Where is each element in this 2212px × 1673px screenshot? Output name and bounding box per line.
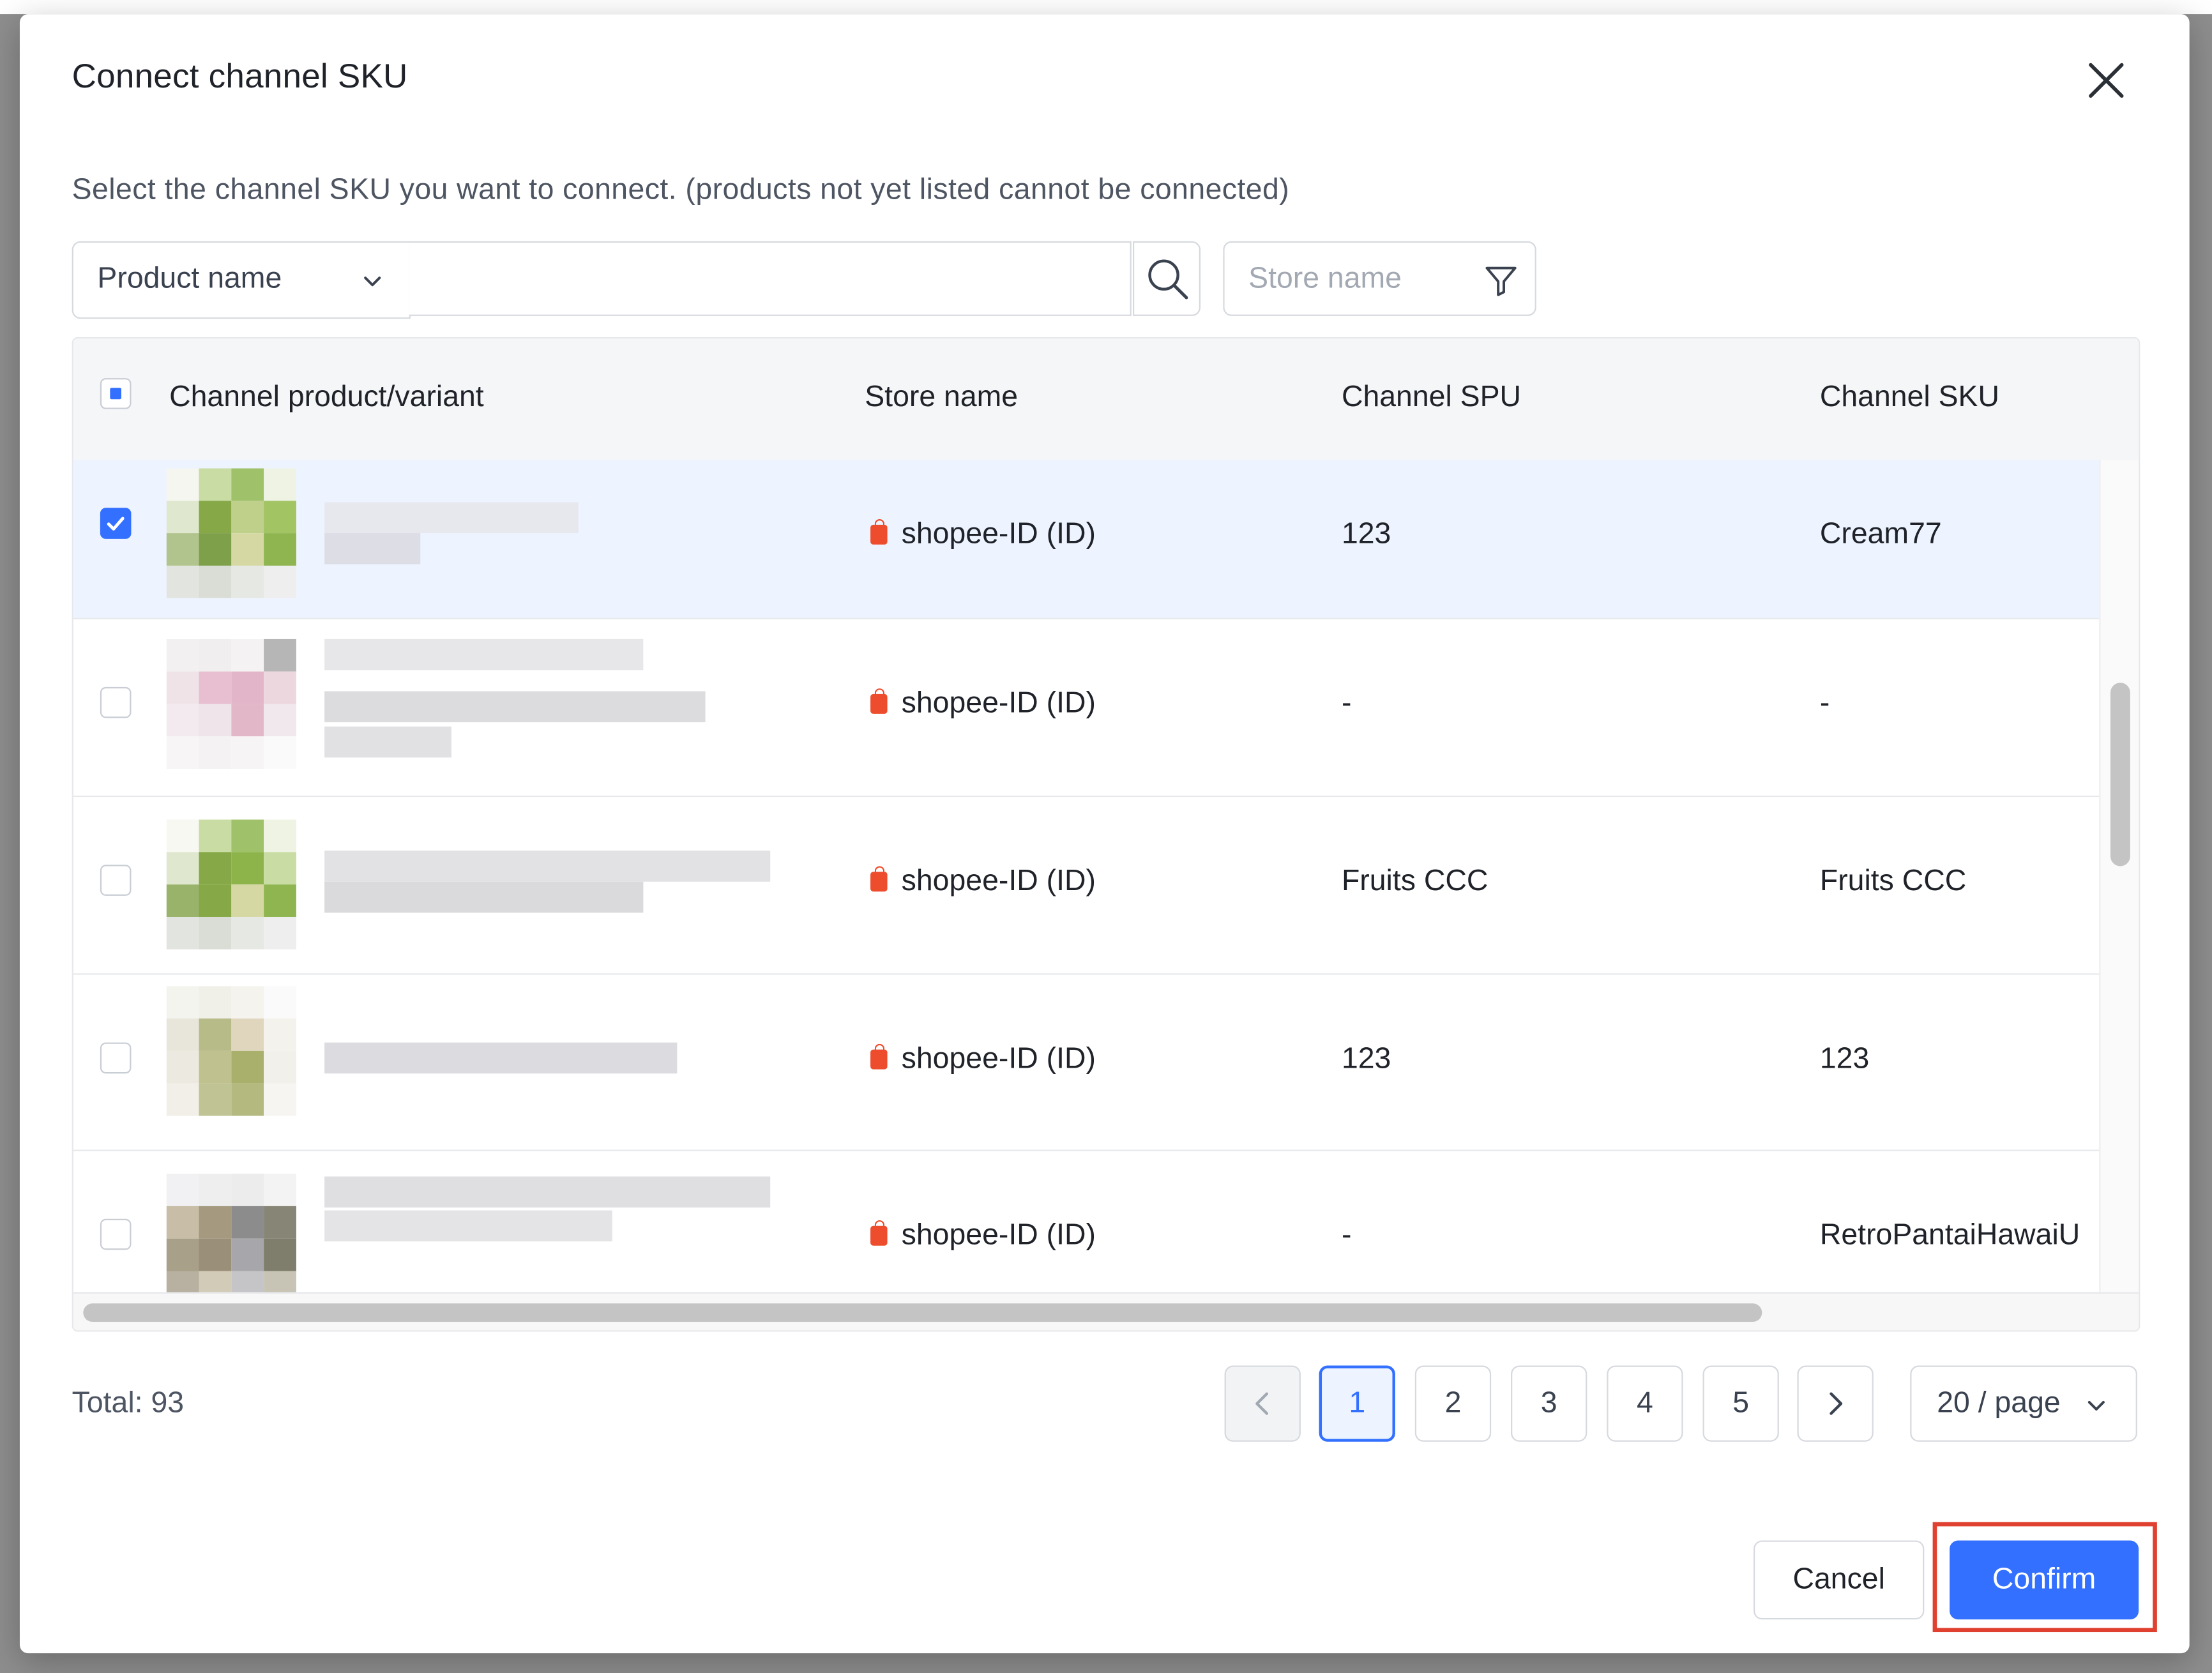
product-thumbnail	[166, 468, 324, 598]
horizontal-scrollbar-thumb[interactable]	[83, 1303, 1762, 1322]
table-row[interactable]: shopee-ID (ID) 123 Cream77	[73, 460, 2100, 619]
page-button-5[interactable]: 5	[1702, 1365, 1779, 1442]
vertical-scrollbar-thumb[interactable]	[2110, 683, 2130, 867]
chevron-down-icon	[364, 276, 381, 287]
search-input[interactable]	[409, 241, 1132, 316]
channel-sku-cell: -	[1819, 686, 1830, 720]
column-header-product: Channel product/variant	[169, 381, 484, 414]
shopee-icon	[870, 1220, 888, 1246]
prev-page-button[interactable]	[1224, 1365, 1301, 1442]
column-header-sku: Channel SKU	[1819, 381, 1999, 414]
chevron-left-icon	[1255, 1392, 1269, 1415]
background-page-strip	[0, 0, 2212, 15]
search-button[interactable]	[1132, 241, 1201, 316]
row-checkbox[interactable]	[100, 865, 132, 896]
channel-sku-cell: Fruits CCC	[1819, 865, 1967, 898]
total-count: Total: 93	[72, 1386, 185, 1419]
page-size-label: 20 / page	[1937, 1386, 2061, 1419]
search-field-select[interactable]: Product name	[72, 241, 411, 319]
search-field-select-label: Product name	[97, 262, 282, 295]
shopee-icon	[870, 1043, 888, 1070]
product-thumbnail	[166, 639, 324, 769]
checkmark-icon	[107, 517, 125, 531]
channel-sku-cell: RetroPantaiHawaiU	[1819, 1218, 2080, 1252]
channel-spu-cell: 123	[1341, 1042, 1391, 1075]
horizontal-scrollbar[interactable]	[73, 1292, 2139, 1331]
chevron-right-icon	[1829, 1392, 1843, 1415]
channel-spu-cell: 123	[1341, 517, 1391, 550]
store-name-cell: shopee-ID (ID)	[870, 1043, 1096, 1077]
store-name-cell: shopee-ID (ID)	[870, 1219, 1096, 1253]
channel-spu-cell: -	[1341, 1218, 1352, 1252]
channel-sku-cell: 123	[1819, 1042, 1870, 1075]
page-button-2[interactable]: 2	[1414, 1365, 1492, 1442]
select-all-checkbox[interactable]	[100, 378, 132, 409]
dialog-title: Connect channel SKU	[72, 57, 408, 96]
row-checkbox[interactable]	[100, 1042, 132, 1074]
page-button-4[interactable]: 4	[1607, 1365, 1683, 1442]
chevron-down-icon	[2087, 1400, 2105, 1411]
store-name-filter[interactable]: Store name	[1223, 241, 1536, 316]
store-filter-placeholder: Store name	[1248, 262, 1402, 295]
column-header-store: Store name	[865, 381, 1019, 414]
product-thumbnail	[166, 819, 324, 950]
confirm-button[interactable]: Confirm	[1950, 1540, 2139, 1620]
store-name-cell: shopee-ID (ID)	[870, 518, 1096, 552]
shopee-icon	[870, 866, 888, 892]
store-name-cell: shopee-ID (ID)	[870, 865, 1096, 898]
next-page-button[interactable]	[1797, 1365, 1874, 1442]
channel-sku-cell: Cream77	[1819, 517, 1942, 550]
dialog-description: Select the channel SKU you want to conne…	[72, 173, 1290, 206]
product-thumbnail	[166, 1174, 324, 1304]
page-size-select[interactable]: 20 / page	[1910, 1365, 2137, 1442]
channel-spu-cell: Fruits CCC	[1341, 865, 1489, 898]
row-checkbox[interactable]	[100, 1218, 132, 1250]
channel-sku-table: Channel product/variant Store name Chann…	[72, 337, 2140, 1332]
close-icon	[2089, 63, 2124, 98]
cancel-button[interactable]: Cancel	[1754, 1540, 1925, 1620]
product-thumbnail	[166, 986, 324, 1116]
shopee-icon	[870, 519, 888, 545]
row-checkbox[interactable]	[100, 686, 132, 718]
vertical-scrollbar[interactable]	[2099, 460, 2139, 1292]
shopee-icon	[870, 688, 888, 714]
connect-channel-sku-dialog: Connect channel SKU Select the channel S…	[19, 14, 2190, 1654]
close-button[interactable]	[2082, 56, 2130, 104]
table-row[interactable]: shopee-ID (ID) Fruits CCC Fruits CCC	[73, 797, 2100, 975]
channel-spu-cell: -	[1341, 686, 1352, 720]
table-row[interactable]: shopee-ID (ID) 123 123	[73, 974, 2100, 1151]
table-header: Channel product/variant Store name Chann…	[73, 338, 2139, 462]
page-button-1[interactable]: 1	[1319, 1365, 1395, 1442]
search-icon	[1148, 259, 1188, 299]
search-text-field[interactable]	[409, 242, 1130, 315]
table-row[interactable]: shopee-ID (ID) - -	[73, 619, 2100, 798]
filter-icon	[1485, 266, 1517, 296]
store-name-cell: shopee-ID (ID)	[870, 687, 1096, 721]
table-row[interactable]: shopee-ID (ID) - RetroPantaiHawaiU	[73, 1151, 2100, 1304]
column-header-spu: Channel SPU	[1341, 381, 1522, 414]
page-button-3[interactable]: 3	[1511, 1365, 1587, 1442]
row-checkbox[interactable]	[100, 508, 132, 539]
